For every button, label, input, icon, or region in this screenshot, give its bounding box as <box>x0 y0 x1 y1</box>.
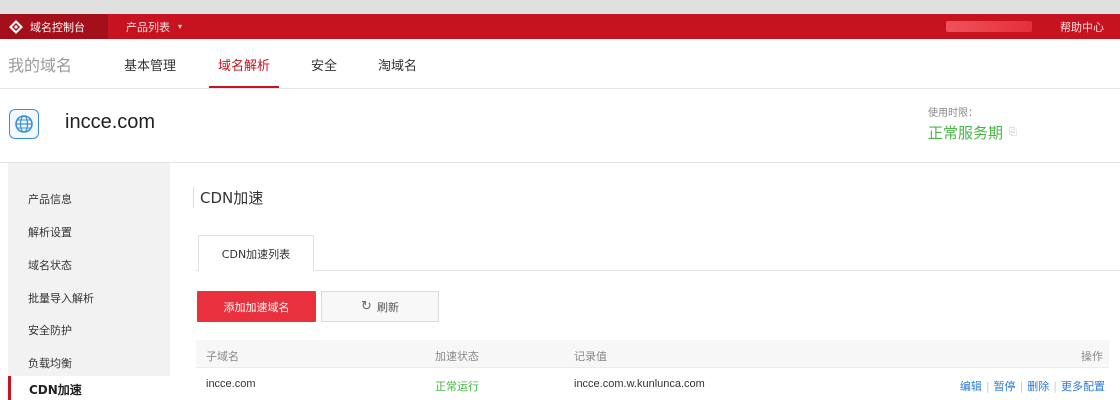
sidebar-item-cdn-label: CDN加速 <box>29 383 82 397</box>
pause-link[interactable]: 暂停 <box>994 378 1016 394</box>
table-header: 子域名 加速状态 记录值 操作 <box>196 340 1109 368</box>
console-title: 域名控制台 <box>30 20 85 34</box>
action-separator: | <box>1053 379 1057 393</box>
console-home-link[interactable]: 域名控制台 <box>0 14 108 39</box>
header-subdomain: 子域名 <box>206 350 239 363</box>
logo-icon <box>9 19 23 34</box>
globe-icon <box>9 109 39 139</box>
usage-value: 正常服务期 <box>928 124 1004 142</box>
sidebar-item-product-info[interactable]: 产品信息 <box>28 191 72 207</box>
account-link[interactable] <box>946 21 1032 32</box>
my-domains-title: 我的域名 <box>8 56 73 75</box>
sidebar-item-cdn[interactable]: CDN加速 <box>8 376 170 400</box>
more-config-link[interactable]: 更多配置 <box>1061 378 1105 394</box>
info-icon[interactable]: ⎘ <box>1009 127 1017 138</box>
cell-status: 正常运行 <box>435 380 479 393</box>
cell-subdomain: incce.com <box>206 378 256 390</box>
edit-link[interactable]: 编辑 <box>960 378 982 394</box>
nav-domain-market[interactable]: 淘域名 <box>378 39 417 89</box>
product-list-label: 产品列表 <box>126 20 170 34</box>
cell-record-value: incce.com.w.kunlunca.com <box>574 378 705 390</box>
delete-link[interactable]: 删除 <box>1027 378 1049 394</box>
nav-dns-resolution[interactable]: 域名解析 <box>218 39 270 89</box>
action-separator: | <box>1019 379 1024 393</box>
nav-basic-management[interactable]: 基本管理 <box>124 39 176 89</box>
sidebar-item-dns-settings[interactable]: 解析设置 <box>28 224 72 240</box>
main-panel: CDN加速 CDN加速列表 添加加速域名 ↻ 刷新 子域名 加速状态 记录值 操… <box>170 163 1120 400</box>
top-bar: 域名控制台 产品列表 ▾ 帮助中心 <box>0 14 1120 39</box>
page-title: CDN加速 <box>193 187 263 208</box>
sidebar-item-domain-status[interactable]: 域名状态 <box>28 257 72 273</box>
row-actions: 编辑 | 暂停 | 删除 | 更多配置 <box>960 378 1105 394</box>
tab-cdn-list[interactable]: CDN加速列表 <box>198 235 314 272</box>
domain-name: incce.com <box>65 111 156 133</box>
table-row: incce.com 正常运行 incce.com.w.kunlunca.com … <box>196 368 1109 400</box>
header-acceleration-status: 加速状态 <box>435 350 479 363</box>
product-list-menu[interactable]: 产品列表 ▾ <box>126 14 182 39</box>
usage-label: 使用时限： <box>928 108 978 119</box>
chevron-down-icon: ▾ <box>178 22 183 31</box>
sidebar-item-security[interactable]: 安全防护 <box>28 322 72 338</box>
header-record-value: 记录值 <box>574 350 607 363</box>
sidebar: 产品信息 解析设置 域名状态 批量导入解析 安全防护 负载均衡 CDN加速 <box>8 163 170 400</box>
refresh-label: 刷新 <box>376 300 399 314</box>
refresh-icon: ↻ <box>361 299 372 314</box>
action-separator: | <box>985 379 990 393</box>
usage-status: 正常服务期 ⎘ <box>928 122 1017 143</box>
domain-header: incce.com 使用时限： 正常服务期 ⎘ <box>0 89 1120 163</box>
refresh-button[interactable]: ↻ 刷新 <box>321 291 439 322</box>
sidebar-item-batch-import[interactable]: 批量导入解析 <box>28 290 94 306</box>
browser-chrome-strip <box>0 0 1120 14</box>
help-center-link[interactable]: 帮助中心 <box>1060 14 1104 39</box>
sidebar-item-load-balancing[interactable]: 负载均衡 <box>28 355 72 371</box>
nav-security[interactable]: 安全 <box>311 39 337 89</box>
add-accelerated-domain-button[interactable]: 添加加速域名 <box>197 291 316 322</box>
tab-bar: CDN加速列表 <box>196 233 1120 272</box>
sub-navigation: 我的域名 基本管理 域名解析 安全 淘域名 <box>0 39 1120 89</box>
header-actions: 操作 <box>1081 350 1103 363</box>
active-nav-underline <box>209 86 279 88</box>
